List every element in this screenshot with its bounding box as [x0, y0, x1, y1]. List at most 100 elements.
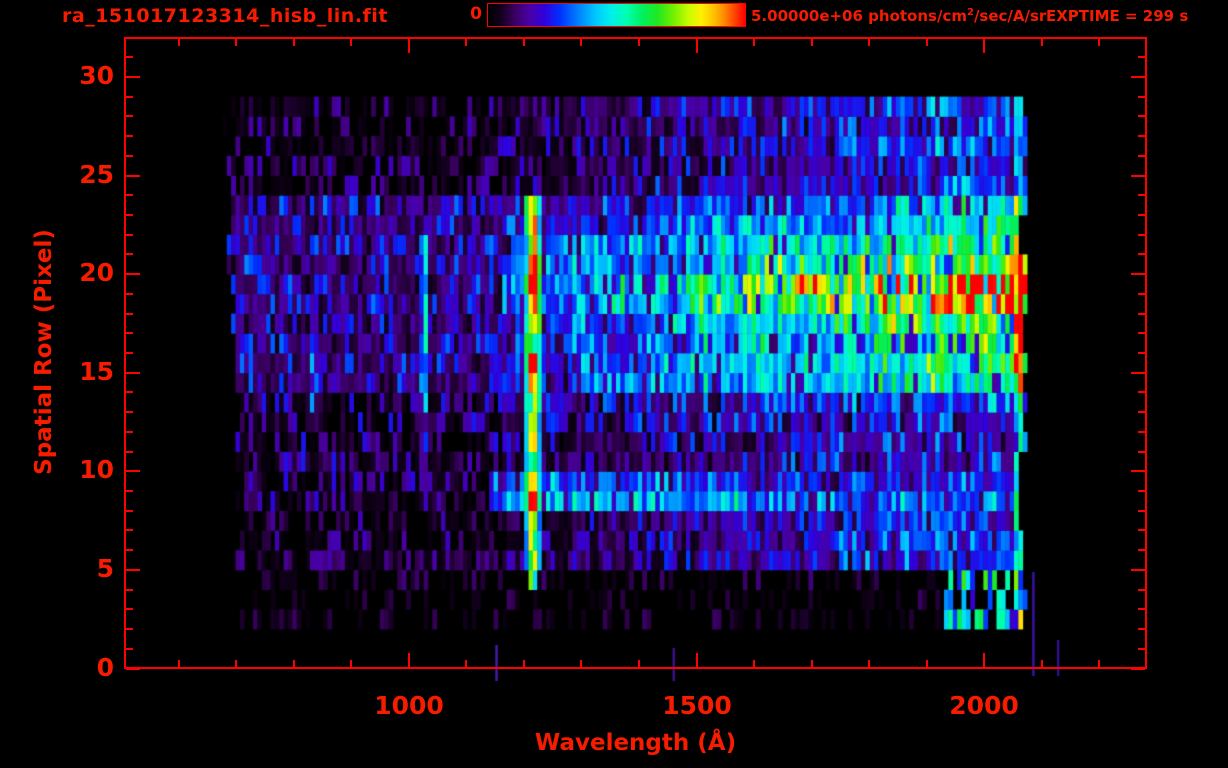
- axis-tick: [1138, 451, 1145, 453]
- axis-tick: [811, 660, 813, 667]
- axis-tick: [1138, 628, 1145, 630]
- colorbar-units-prefix: photons/cm: [862, 7, 967, 25]
- axis-tick: [178, 39, 180, 46]
- axis-tick: [638, 39, 640, 46]
- plot-frame: [124, 37, 1147, 669]
- axis-tick: [126, 234, 133, 236]
- colorbar-units-suffix: /sec/A/sr: [973, 7, 1047, 25]
- axis-tick: [408, 653, 410, 667]
- colorbar-gradient: [487, 3, 746, 27]
- y-tick-label: 5: [96, 554, 114, 583]
- axis-tick: [126, 510, 133, 512]
- axis-tick: [126, 194, 133, 196]
- axis-tick: [1138, 589, 1145, 591]
- axis-tick: [753, 660, 755, 667]
- axis-tick: [1138, 510, 1145, 512]
- axis-tick: [580, 660, 582, 667]
- axis-tick: [126, 569, 140, 571]
- axis-tick: [696, 39, 698, 53]
- axis-tick: [126, 451, 133, 453]
- axis-tick: [1138, 648, 1145, 650]
- axis-tick: [126, 293, 133, 295]
- axis-tick: [350, 39, 352, 46]
- axis-tick: [126, 431, 133, 433]
- axis-tick: [696, 653, 698, 667]
- axis-tick: [293, 39, 295, 46]
- axis-tick: [465, 660, 467, 667]
- axis-tick: [1138, 253, 1145, 255]
- axis-tick: [293, 660, 295, 667]
- axis-tick: [1138, 608, 1145, 610]
- axis-tick: [1138, 155, 1145, 157]
- axis-tick: [868, 39, 870, 46]
- axis-tick: [1138, 214, 1145, 216]
- axis-tick: [1138, 431, 1145, 433]
- axis-tick: [126, 648, 133, 650]
- axis-tick: [1138, 411, 1145, 413]
- axis-tick: [1131, 372, 1145, 374]
- y-tick-label: 0: [96, 653, 114, 682]
- axis-tick: [126, 529, 133, 531]
- axis-tick: [350, 660, 352, 667]
- colorbar-max-label: 5.00000e+06 photons/cm2/sec/A/sr: [751, 7, 1046, 25]
- axis-tick: [126, 56, 133, 58]
- axis-tick: [983, 653, 985, 667]
- x-tick-label: 1500: [662, 691, 732, 720]
- axis-tick: [1131, 175, 1145, 177]
- axis-tick: [126, 411, 133, 413]
- axis-tick: [126, 608, 133, 610]
- axis-tick: [1131, 569, 1145, 571]
- axis-tick: [1098, 39, 1100, 46]
- axis-tick: [1138, 293, 1145, 295]
- axis-tick: [126, 214, 133, 216]
- axis-tick: [1138, 135, 1145, 137]
- axis-tick: [126, 155, 133, 157]
- colorbar-units-exponent: 2: [966, 7, 974, 18]
- axis-tick: [1041, 660, 1043, 667]
- axis-tick: [1098, 660, 1100, 667]
- axis-tick: [126, 135, 133, 137]
- axis-tick: [126, 549, 133, 551]
- axis-tick: [868, 660, 870, 667]
- axis-tick: [126, 253, 133, 255]
- axis-tick: [1131, 273, 1145, 275]
- axis-tick: [1138, 332, 1145, 334]
- axis-tick: [126, 332, 133, 334]
- axis-tick: [1138, 234, 1145, 236]
- axis-tick: [126, 352, 133, 354]
- file-title: ra_151017123314_hisb_lin.fit: [62, 5, 388, 27]
- axis-tick: [126, 175, 140, 177]
- axis-tick: [126, 391, 133, 393]
- axis-tick: [753, 39, 755, 46]
- y-tick-label: 30: [79, 61, 114, 90]
- axis-tick: [408, 39, 410, 53]
- colorbar-min-label: 0: [470, 4, 482, 24]
- axis-tick: [1131, 76, 1145, 78]
- axis-tick: [126, 470, 140, 472]
- x-axis-title: Wavelength (Å): [534, 730, 737, 756]
- x-tick-label: 1000: [374, 691, 444, 720]
- y-axis-title: Spatial Row (Pixel): [31, 229, 57, 475]
- axis-tick: [178, 660, 180, 667]
- axis-tick: [126, 96, 133, 98]
- axis-tick: [811, 39, 813, 46]
- axis-tick: [126, 313, 133, 315]
- exptime-label: EXPTIME = 299 s: [1046, 7, 1189, 25]
- axis-tick: [1131, 668, 1145, 670]
- axis-tick: [126, 76, 140, 78]
- axis-tick: [1131, 470, 1145, 472]
- axis-tick: [126, 589, 133, 591]
- axis-tick: [1138, 313, 1145, 315]
- axis-tick: [235, 660, 237, 667]
- axis-tick: [983, 39, 985, 53]
- axis-tick: [1138, 56, 1145, 58]
- colorbar-max-value: 5.00000e+06: [751, 7, 863, 25]
- axis-tick: [235, 39, 237, 46]
- axis-tick: [1138, 391, 1145, 393]
- axis-tick: [126, 115, 133, 117]
- axis-tick: [126, 490, 133, 492]
- axis-tick: [580, 39, 582, 46]
- axis-tick: [1138, 115, 1145, 117]
- axis-tick: [926, 39, 928, 46]
- x-tick-label: 2000: [949, 691, 1019, 720]
